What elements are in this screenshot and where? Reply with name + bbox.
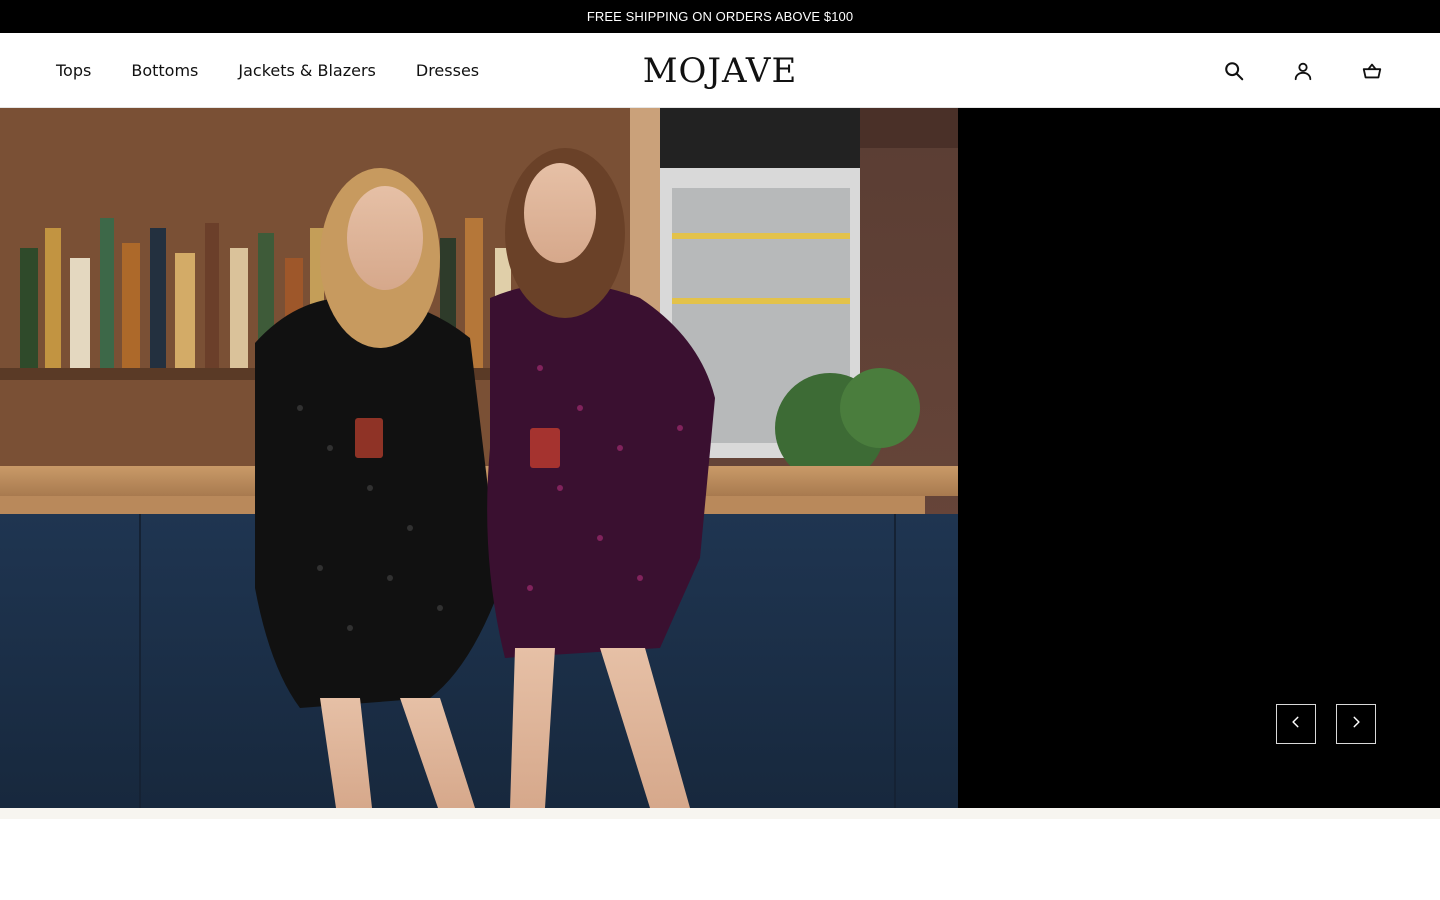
section-divider [0, 808, 1440, 819]
nav-item-bottoms[interactable]: Bottoms [131, 61, 198, 80]
slider-prev-button[interactable] [1276, 704, 1316, 744]
announcement-bar: FREE SHIPPING ON ORDERS ABOVE $100 [0, 0, 1440, 33]
chevron-left-icon [1289, 715, 1303, 734]
hero-panel [958, 108, 1440, 808]
hero-slider [0, 108, 1440, 808]
chevron-right-icon [1349, 715, 1363, 734]
cart-icon[interactable] [1360, 59, 1384, 83]
search-icon[interactable] [1222, 59, 1246, 83]
nav-item-jackets-blazers[interactable]: Jackets & Blazers [238, 61, 376, 80]
nav-item-dresses[interactable]: Dresses [416, 61, 479, 80]
slider-next-button[interactable] [1336, 704, 1376, 744]
main-nav: Tops Bottoms Jackets & Blazers Dresses [56, 33, 519, 108]
hero-image [0, 108, 958, 808]
account-icon[interactable] [1291, 59, 1315, 83]
announcement-text: FREE SHIPPING ON ORDERS ABOVE $100 [586, 9, 854, 24]
nav-item-tops[interactable]: Tops [56, 61, 91, 80]
brand-logo[interactable]: MOJAVE [600, 33, 840, 108]
site-header: Tops Bottoms Jackets & Blazers Dresses M… [0, 33, 1440, 108]
header-icons [1222, 33, 1384, 108]
